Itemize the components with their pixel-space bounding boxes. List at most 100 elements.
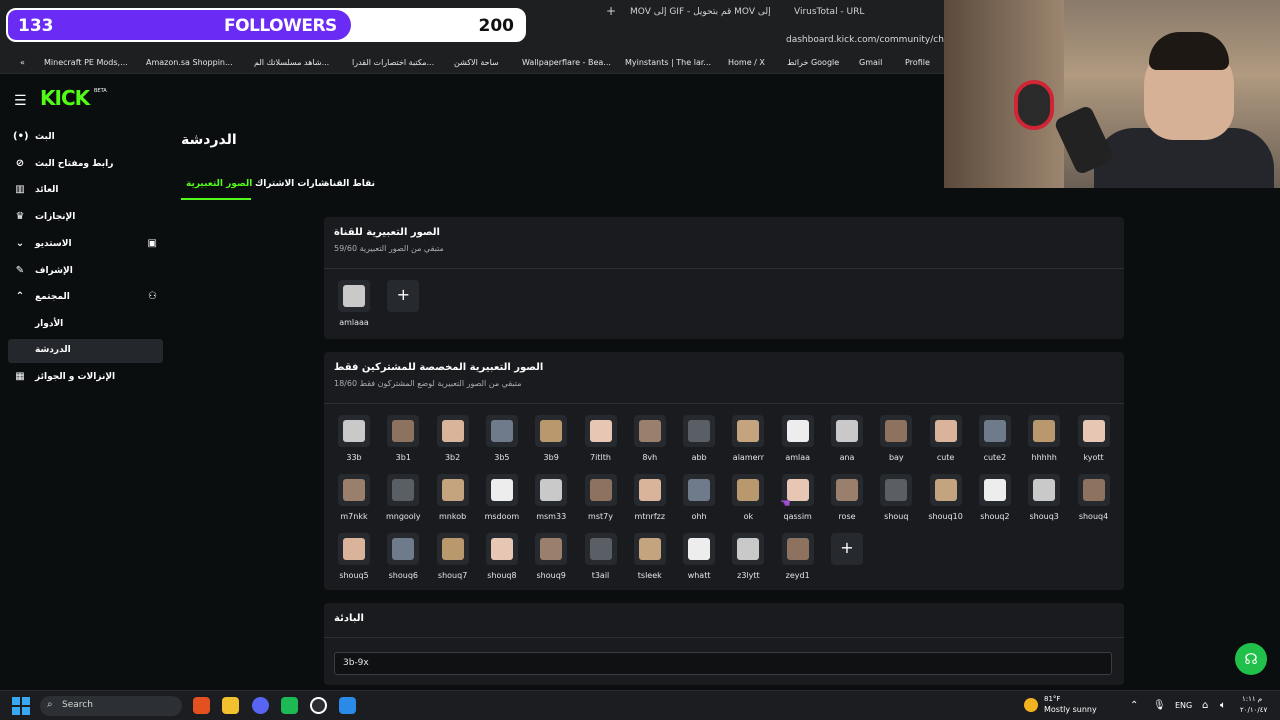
- bookmark-item[interactable]: Wallpaperflare - Bea...: [522, 58, 611, 67]
- emote-item[interactable]: shouq9: [526, 533, 576, 583]
- hamburger-menu-icon[interactable]: ☰: [14, 93, 27, 109]
- emote-item[interactable]: 3b1: [378, 415, 428, 465]
- sidebar-item-drops[interactable]: ▦ الإنزالات و الجوائز: [8, 366, 163, 390]
- emote-item[interactable]: mnkob: [428, 474, 478, 524]
- sidebar-item-moderation[interactable]: ✎ الإشراف: [8, 260, 163, 284]
- emote-item[interactable]: kyott: [1069, 415, 1119, 465]
- emote-item[interactable]: tsleek: [625, 533, 675, 583]
- sidebar-item-stream[interactable]: (•) البث: [8, 126, 163, 150]
- prefix-input[interactable]: 3b-9x: [334, 652, 1112, 675]
- emote-name: ana: [839, 453, 855, 462]
- emote-name: shouq: [884, 512, 909, 521]
- volume-icon[interactable]: 🔈︎: [1220, 700, 1226, 711]
- bookmark-item[interactable]: Home / X: [728, 58, 765, 67]
- browser-tab[interactable]: MOV إلى GIF - قم بتحويل MOV إلى: [630, 7, 771, 17]
- weather-temperature[interactable]: 81°F: [1044, 695, 1060, 703]
- tray-overflow-icon[interactable]: ⌃: [1130, 700, 1138, 711]
- sidebar-item-chat[interactable]: الدردشة: [8, 339, 163, 363]
- emote-item[interactable]: z3lytt: [723, 533, 773, 583]
- emote-item[interactable]: shouq3: [1019, 474, 1069, 524]
- app-icon[interactable]: [339, 697, 356, 714]
- kick-logo[interactable]: KICK: [40, 86, 90, 110]
- windows-start-icon[interactable]: [12, 697, 30, 715]
- emote-item[interactable]: alamerr: [723, 415, 773, 465]
- emote-item[interactable]: ok: [723, 474, 773, 524]
- emote-item[interactable]: m7nkk: [329, 474, 379, 524]
- emote-item[interactable]: mst7y: [576, 474, 626, 524]
- emote-item[interactable]: cute: [921, 415, 971, 465]
- emote-item[interactable]: shouq5: [329, 533, 379, 583]
- sidebar-item-studio[interactable]: ⌄ الاستديو ▣: [8, 233, 163, 257]
- network-icon[interactable]: ⌂: [1202, 700, 1208, 711]
- emote-item[interactable]: 33b: [329, 415, 379, 465]
- support-chat-icon[interactable]: ☊: [1235, 643, 1267, 675]
- emote-item[interactable]: zeyd1: [773, 533, 823, 583]
- emote-image: [338, 474, 370, 506]
- sidebar-item-achievements[interactable]: ♛ الإنجازات: [8, 206, 163, 230]
- emote-item[interactable]: 3b9: [526, 415, 576, 465]
- obs-icon[interactable]: [310, 697, 327, 714]
- emote-item[interactable]: shouq7: [428, 533, 478, 583]
- bookmark-item[interactable]: خرائط Google: [787, 58, 839, 67]
- sidebar-item-stream-key[interactable]: ⊘ رابط ومفتاح البث: [8, 153, 163, 177]
- emote-item[interactable]: mngooly: [378, 474, 428, 524]
- sidebar-item-revenue[interactable]: ▥ العائد: [8, 179, 163, 203]
- emote-item[interactable]: 7itlth: [576, 415, 626, 465]
- emote-item[interactable]: shouq10: [921, 474, 971, 524]
- emote-item[interactable]: 3b2: [428, 415, 478, 465]
- clock-date[interactable]: ٢٠/١٠/٤٧: [1240, 706, 1267, 714]
- emote-item[interactable]: 8vh: [625, 415, 675, 465]
- emote-item[interactable]: amlaa: [773, 415, 823, 465]
- brave-browser-icon[interactable]: [193, 697, 210, 714]
- tab-sub-badges[interactable]: شارات الاشتراك: [255, 179, 327, 189]
- emote-item[interactable]: msm33: [526, 474, 576, 524]
- taskbar-search[interactable]: ⌕ Search: [40, 696, 182, 716]
- tab-channel-points[interactable]: نقاط القناة: [324, 179, 375, 189]
- add-emote-button[interactable]: +: [387, 280, 420, 312]
- tab-emotes[interactable]: الصور التعبيرية: [186, 179, 252, 189]
- emote-item[interactable]: t3ail: [576, 533, 626, 583]
- emote-item[interactable]: rose: [822, 474, 872, 524]
- bookmarks-overflow-icon[interactable]: «: [20, 58, 25, 67]
- emote-item[interactable]: bay: [871, 415, 921, 465]
- emote-item[interactable]: cute2: [970, 415, 1020, 465]
- bookmark-item[interactable]: ساحة الاكشن: [454, 58, 499, 67]
- clock-time[interactable]: م ١:١١: [1242, 695, 1262, 703]
- bookmark-item[interactable]: مكتبة اختصارات القدرا...: [352, 58, 434, 67]
- emote-item[interactable]: 3b5: [477, 415, 527, 465]
- emote-image: [535, 415, 568, 447]
- emote-item[interactable]: abb: [674, 415, 724, 465]
- sidebar-item-roles[interactable]: الأدوار: [8, 313, 163, 337]
- emote-item[interactable]: msdoom: [477, 474, 527, 524]
- add-emote-button[interactable]: +: [831, 533, 863, 565]
- emote-item[interactable]: shouq8: [477, 533, 527, 583]
- emote-item[interactable]: whatt: [674, 533, 724, 583]
- weather-description[interactable]: Mostly sunny: [1044, 705, 1097, 714]
- emote-item[interactable]: shouq: [871, 474, 921, 524]
- emote-item[interactable]: shouq2: [970, 474, 1020, 524]
- browser-tab[interactable]: VirusTotal - URL: [794, 7, 864, 17]
- emote-item[interactable]: shouq4: [1069, 474, 1119, 524]
- emote-item[interactable]: hhhhh: [1019, 415, 1069, 465]
- bookmark-item[interactable]: Profile: [905, 58, 930, 67]
- bookmark-item[interactable]: Gmail: [859, 58, 882, 67]
- emote-item[interactable]: ana: [822, 415, 872, 465]
- language-indicator[interactable]: ENG: [1175, 701, 1192, 710]
- emote-item[interactable]: mtnrfzz: [625, 474, 675, 524]
- bookmark-item[interactable]: Myinstants | The lar...: [625, 58, 711, 67]
- bookmark-item[interactable]: شاهد مسلسلاتك الم...: [254, 58, 329, 67]
- bookmark-item[interactable]: Minecraft PE Mods,...: [44, 58, 128, 67]
- emote-item[interactable]: shouq6: [378, 533, 428, 583]
- microphone-icon[interactable]: 🎙︎: [1153, 700, 1166, 711]
- discord-icon[interactable]: [252, 697, 269, 714]
- bookmark-item[interactable]: Amazon.sa Shoppin...: [146, 58, 233, 67]
- new-tab-icon[interactable]: +: [606, 4, 616, 18]
- emote-image: [781, 415, 814, 447]
- sidebar-item-community[interactable]: ⌃ المجتمع ⚇: [8, 286, 163, 310]
- emote-item[interactable]: ohh: [674, 474, 724, 524]
- emote-picture: [392, 420, 415, 442]
- emote-item[interactable]: amlaaa: [329, 280, 379, 330]
- app-icon[interactable]: [281, 697, 298, 714]
- url-text[interactable]: dashboard.kick.com/community/chat/: [786, 35, 956, 45]
- file-explorer-icon[interactable]: [222, 697, 239, 714]
